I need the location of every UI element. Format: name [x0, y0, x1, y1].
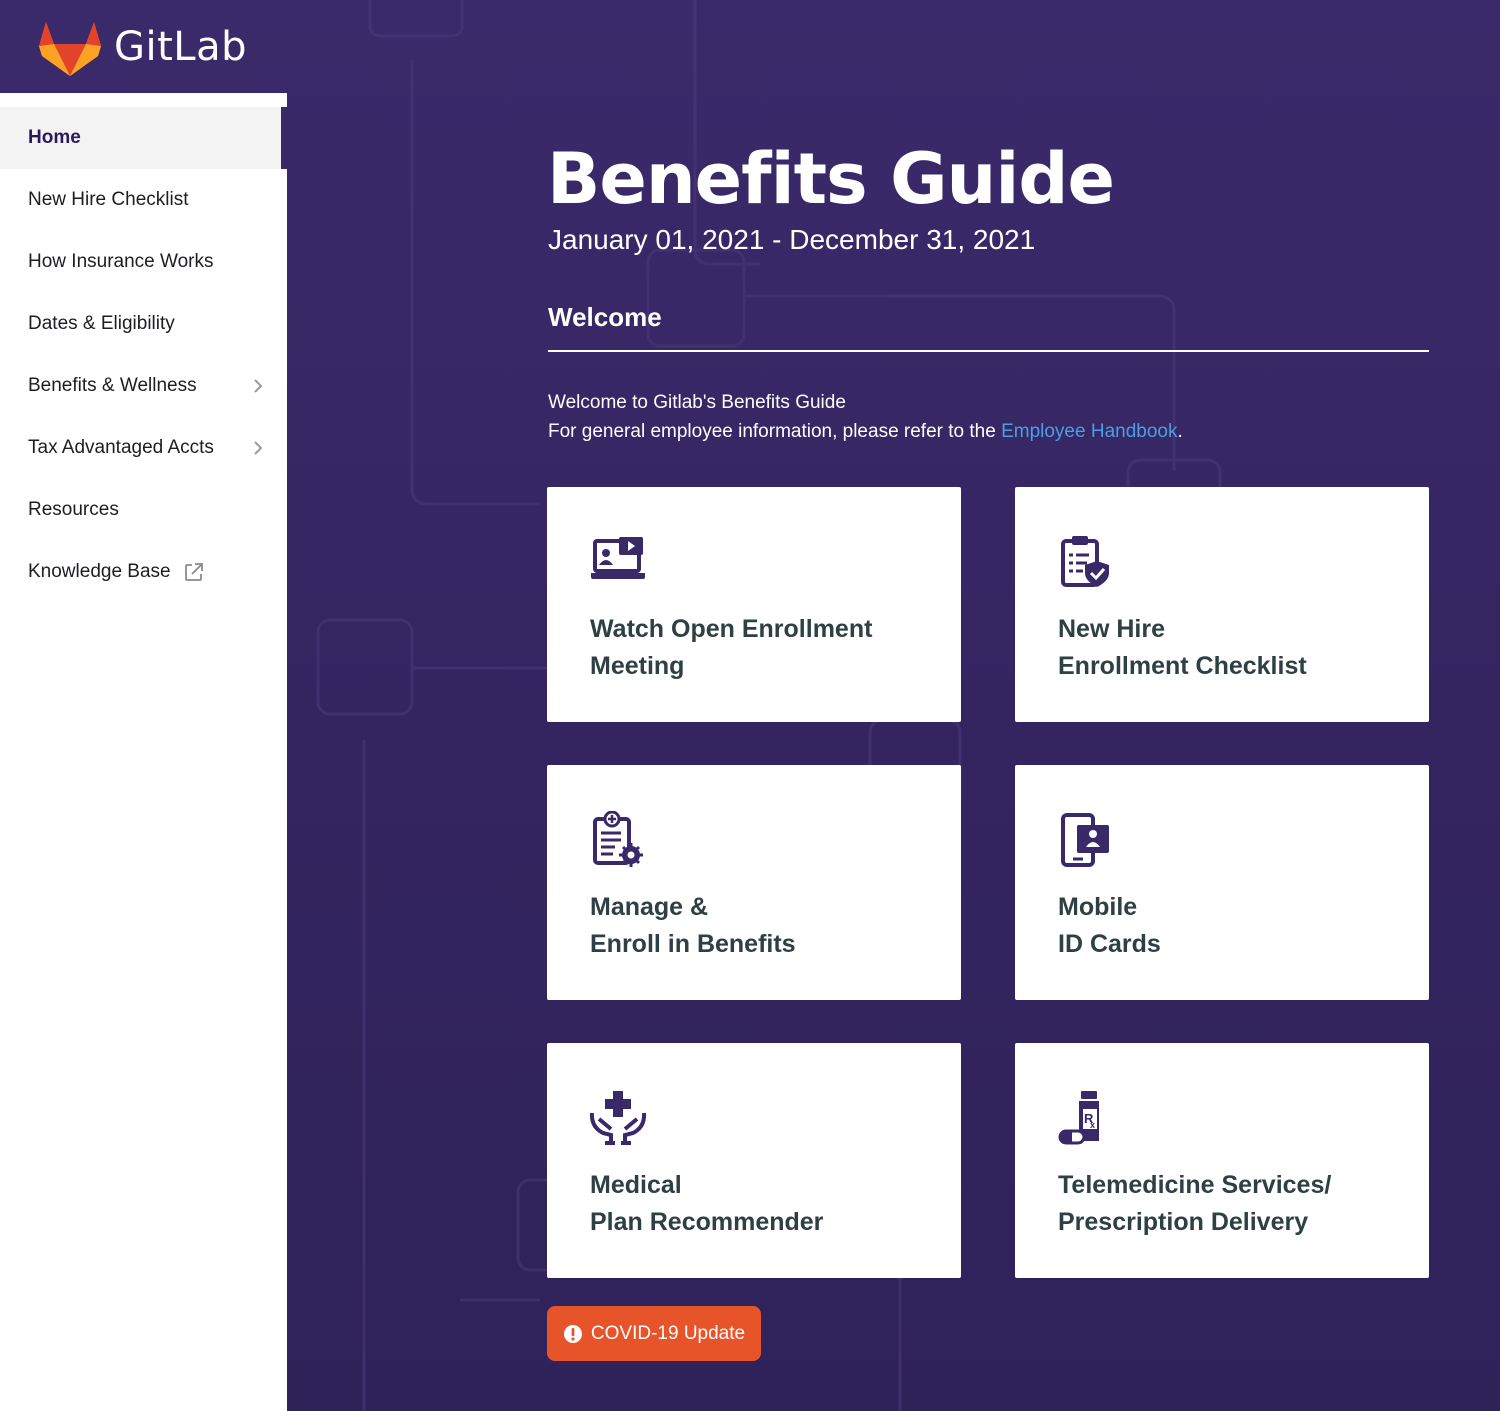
section-divider — [548, 350, 1429, 352]
card-watch-open-enrollment[interactable]: Watch Open Enrollment Meeting — [547, 487, 961, 722]
sidebar-item-label: Tax Advantaged Accts — [28, 437, 214, 458]
welcome-intro: Welcome to Gitlab's Benefits Guide For g… — [548, 388, 1183, 446]
card-label-line-2: Enrollment Checklist — [1058, 652, 1307, 680]
card-label: Medical Plan Recommender — [590, 1167, 940, 1241]
card-label-line-1: Medical — [590, 1171, 682, 1199]
card-label: Telemedicine Services/ Prescription Deli… — [1058, 1167, 1408, 1241]
card-mobile-id-cards[interactable]: Mobile ID Cards — [1015, 765, 1429, 1000]
card-label: New Hire Enrollment Checklist — [1058, 611, 1408, 685]
brand-name: GitLab — [114, 23, 247, 70]
sidebar-item-label: New Hire Checklist — [28, 189, 189, 210]
sidebar-item-label: Home — [28, 127, 81, 148]
section-title-welcome: Welcome — [548, 302, 662, 332]
covid-update-button[interactable]: COVID-19 Update — [547, 1306, 761, 1361]
card-telemedicine-prescription[interactable]: R x Telemedicine Services/ Prescription … — [1015, 1043, 1429, 1278]
intro-line-2: For general employee information, please… — [548, 417, 1183, 446]
sidebar-item-tax-advantaged-accts[interactable]: Tax Advantaged Accts — [0, 417, 287, 479]
sidebar-item-resources[interactable]: Resources — [0, 479, 287, 541]
chevron-right-icon — [254, 441, 263, 455]
card-label-line-1: Telemedicine Services/ — [1058, 1171, 1332, 1199]
sidebar-item-dates-eligibility[interactable]: Dates & Eligibility — [0, 293, 287, 355]
brand-header[interactable]: GitLab — [0, 0, 287, 93]
sidebar-item-label: Knowledge Base — [28, 561, 171, 582]
sidebar-item-label: How Insurance Works — [28, 251, 214, 272]
card-label-line-1: Watch Open Enrollment — [590, 615, 873, 643]
sidebar-item-home[interactable]: Home — [0, 107, 287, 169]
external-link-icon — [184, 563, 203, 581]
intro-line-2-end: . — [1177, 421, 1183, 442]
intro-line-2-text: For general employee information, please… — [548, 421, 1002, 442]
prescription-icon: R x — [1058, 1091, 1099, 1145]
card-label-line-1: Mobile — [1058, 893, 1138, 921]
sidebar-item-benefits-wellness[interactable]: Benefits & Wellness — [0, 355, 287, 417]
sidebar-item-label: Dates & Eligibility — [28, 313, 175, 334]
sidebar-item-how-insurance-works[interactable]: How Insurance Works — [0, 231, 287, 293]
card-label-line-2: Plan Recommender — [590, 1208, 824, 1236]
exclamation-circle-icon — [563, 1324, 582, 1343]
svg-text:x: x — [1090, 1120, 1095, 1130]
card-label-line-2: Meeting — [590, 652, 685, 680]
sidebar: Home New Hire Checklist How Insurance Wo… — [0, 93, 287, 1411]
video-meeting-icon — [591, 537, 645, 579]
sidebar-item-new-hire-checklist[interactable]: New Hire Checklist — [0, 169, 287, 231]
card-label-line-1: Manage & — [590, 893, 709, 921]
mobile-id-icon — [1061, 813, 1109, 867]
intro-line-1: Welcome to Gitlab's Benefits Guide — [548, 392, 846, 413]
clipboard-gear-icon — [593, 811, 643, 867]
gitlab-logo-icon — [39, 21, 101, 76]
card-label-line-1: New Hire — [1058, 615, 1165, 643]
card-medical-plan-recommender[interactable]: Medical Plan Recommender — [547, 1043, 961, 1278]
sidebar-item-knowledge-base[interactable]: Knowledge Base — [0, 541, 287, 603]
card-label: Watch Open Enrollment Meeting — [590, 611, 940, 685]
employee-handbook-link[interactable]: Employee Handbook — [1001, 421, 1177, 442]
card-label: Manage & Enroll in Benefits — [590, 889, 940, 963]
card-label: Mobile ID Cards — [1058, 889, 1408, 963]
sidebar-spacer — [0, 93, 287, 107]
card-label-line-2: Enroll in Benefits — [590, 930, 796, 958]
covid-update-label: COVID-19 Update — [590, 1322, 746, 1344]
card-label-line-2: Prescription Delivery — [1058, 1208, 1309, 1236]
hands-medical-icon — [589, 1091, 647, 1145]
page-title: Benefits Guide — [547, 138, 1115, 220]
sidebar-item-label: Resources — [28, 499, 119, 520]
card-manage-enroll-benefits[interactable]: Manage & Enroll in Benefits — [547, 765, 961, 1000]
chevron-right-icon — [254, 379, 263, 393]
card-new-hire-enrollment-checklist[interactable]: New Hire Enrollment Checklist — [1015, 487, 1429, 722]
sidebar-item-label: Benefits & Wellness — [28, 375, 197, 396]
date-range: January 01, 2021 - December 31, 2021 — [548, 224, 1036, 255]
clipboard-check-icon — [1061, 536, 1109, 587]
card-label-line-2: ID Cards — [1058, 930, 1161, 958]
